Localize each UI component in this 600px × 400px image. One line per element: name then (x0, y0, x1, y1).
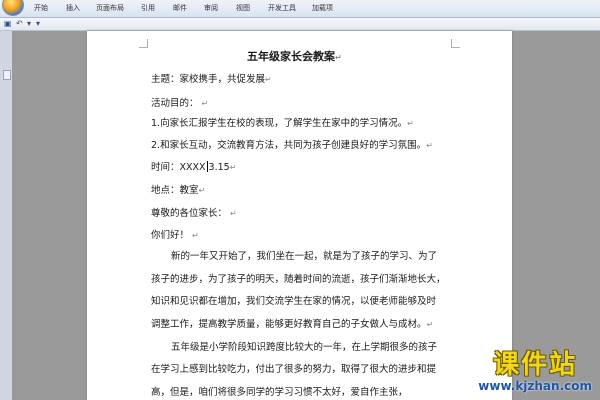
watermark-url: www.kjzhan.com (478, 379, 592, 393)
doc-line-purpose-2: 2.和家长互动，交流教育方法，共同为孩子创建良好的学习氛围。↵ (151, 140, 433, 151)
tab-references[interactable]: 引用 (141, 3, 155, 13)
tab-view[interactable]: 视图 (236, 3, 250, 13)
tab-home[interactable]: 开始 (34, 3, 48, 13)
undo-icon[interactable]: ↶ (16, 19, 23, 28)
office-button[interactable] (2, 0, 24, 16)
redo-icon[interactable]: ▾ (27, 19, 31, 28)
doc-line-location: 地点：教室↵ (151, 185, 206, 196)
document-page[interactable]: 五年级家长会教案↵ 主题：家校携手，共促发展↵ 活动目的： ↵ 1.向家长汇报学… (87, 31, 512, 400)
doc-line-hello: 你们好！ ↵ (151, 230, 199, 241)
crop-mark-top-left (139, 39, 148, 48)
doc-line-theme: 主题：家校携手，共促发展↵ (151, 74, 272, 85)
tab-review[interactable]: 审阅 (204, 3, 218, 13)
doc-paragraph-line: 在学习上感到比较吃力，付出了很多的努力，取得了很大的进步和提 (151, 364, 437, 375)
ribbon-tab-bar: 开始 插入 页面布局 引用 邮件 审阅 视图 开发工具 加载项 (0, 0, 600, 18)
crop-mark-top-right (451, 39, 460, 48)
tab-insert[interactable]: 插入 (66, 3, 80, 13)
tab-page-layout[interactable]: 页面布局 (96, 3, 124, 13)
quick-access-toolbar: ▣ ↶ ▾ ▾ (0, 18, 600, 31)
ruler-marker[interactable] (3, 70, 11, 80)
watermark-brand: 课件站 (493, 350, 578, 380)
doc-line-greeting: 尊敬的各位家长： ↵ (151, 208, 237, 219)
save-icon[interactable]: ▣ (4, 19, 12, 28)
doc-line-purpose-1: 1.向家长汇报学生在校的表现，了解学生在家中的学习情况。↵ (151, 118, 414, 129)
tab-mailings[interactable]: 邮件 (173, 3, 187, 13)
doc-line-time: 时间：XXXX 3.15↵ (151, 161, 237, 173)
doc-paragraph-line: 五年级是小学阶段知识跨度比较大的一年，在上学期很多的孩子 (171, 342, 438, 353)
text-cursor (206, 161, 208, 172)
page-title: 五年级家长会教案↵ (247, 50, 342, 63)
doc-paragraph-line: 知识和见识都在增加，我们交流学生在家的情况，以便老师能够及时 (151, 296, 437, 307)
tab-developer[interactable]: 开发工具 (268, 3, 296, 13)
doc-paragraph-line: 孩子的进步，为了孩子的明天，随着时间的流逝，孩子们渐渐地长大， (151, 274, 446, 285)
customize-qat-icon[interactable]: ▾ (36, 19, 40, 28)
doc-paragraph-line: 新的一年又开始了，我们坐在一起，就是为了孩子的学习、为了 (171, 251, 438, 262)
vertical-ruler (0, 31, 12, 400)
tab-add-ins[interactable]: 加载项 (312, 3, 333, 13)
doc-paragraph-line: 调整工作，提高教学质量，能够更好教育自己的子女做人与成材。↵ (151, 319, 434, 330)
doc-line-purpose: 活动目的： ↵ (151, 98, 209, 109)
site-watermark: 课件站 www.kjzhan.com (478, 350, 592, 394)
doc-paragraph-line: 高，但是，咱们将很多同学的学习习惯不太好，爱自作主张， (151, 387, 408, 398)
